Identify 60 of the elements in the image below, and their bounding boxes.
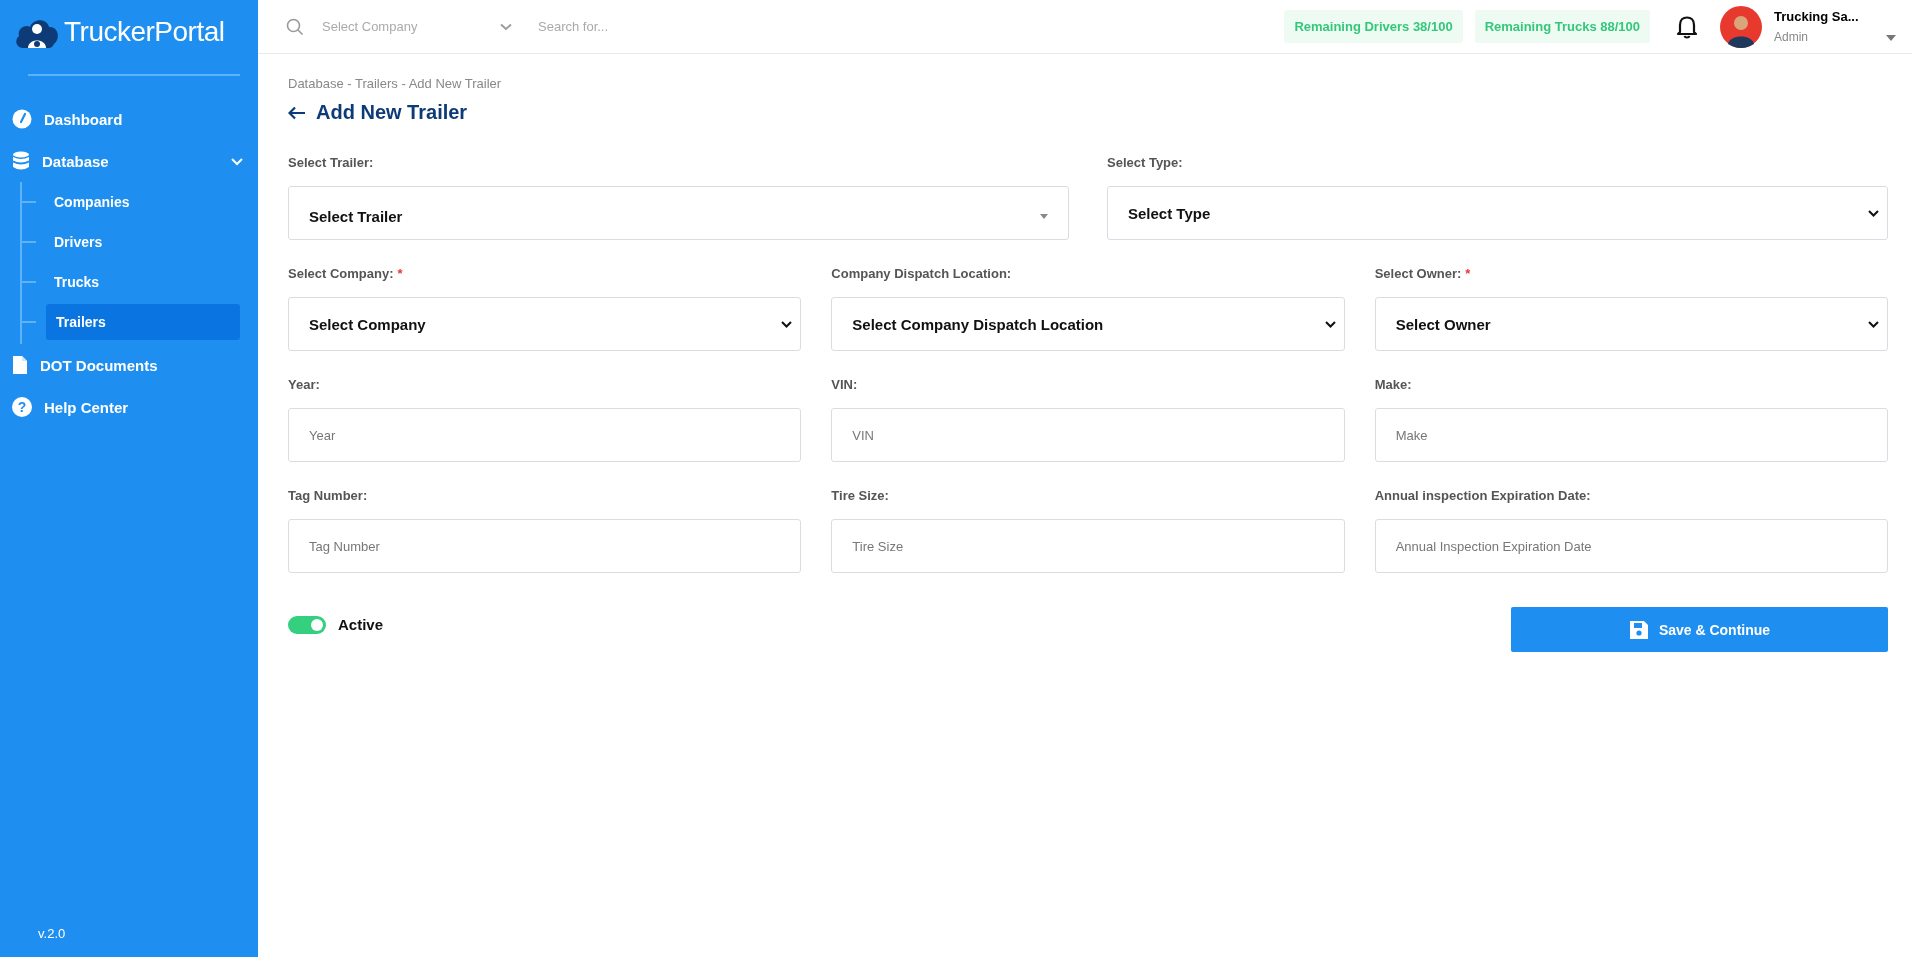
field-label: Tag Number: (288, 488, 368, 503)
user-role: Admin (1774, 30, 1809, 44)
field-label: Select Type: (1107, 155, 1183, 170)
remaining-count-badge: Remaining Trucks 88/100 (1474, 10, 1650, 43)
remaining-count-badge: Remaining Drivers 38/100 (1284, 10, 1463, 43)
search-icon (286, 17, 304, 36)
active-toggle[interactable] (288, 615, 326, 634)
input-field[interactable]: Annual Inspection Expiration Date (1374, 519, 1888, 573)
sidebar-subitem[interactable]: Trailers (46, 304, 240, 340)
select-field[interactable]: Select Company (288, 297, 802, 351)
input-field[interactable]: VIN (831, 408, 1345, 462)
field-label: Select Owner: (1374, 266, 1462, 281)
field-label: Tire Size: (831, 488, 889, 503)
breadcrumb: Database - Trailers - Add New Trailer (288, 76, 503, 91)
select-field[interactable]: Select Owner (1374, 297, 1888, 351)
dropdown-field[interactable]: Select Trailer (288, 186, 1069, 240)
sidebar-subitem[interactable]: Trucks (46, 264, 240, 300)
caret-icon[interactable] (1886, 35, 1896, 41)
field-label: VIN: (831, 377, 858, 392)
caret-icon (1040, 213, 1048, 219)
database-icon (12, 151, 30, 171)
input-field[interactable]: Year (288, 408, 802, 462)
sidebar-item[interactable]: DOT Documents (0, 344, 258, 386)
help-icon: ? (12, 397, 32, 417)
chevron-icon (1868, 320, 1879, 328)
bell-icon[interactable] (1676, 14, 1698, 39)
field-label: Company Dispatch Location: (831, 266, 1012, 281)
select-field[interactable]: Select Type (1107, 186, 1888, 240)
sidebar-subitem[interactable]: Companies (46, 184, 240, 220)
back-arrow-icon[interactable] (288, 105, 306, 120)
chevron-icon (1324, 320, 1336, 328)
chevron-icon (1868, 209, 1879, 217)
avatar-icon[interactable] (1720, 5, 1762, 48)
chevron-icon (500, 22, 512, 31)
required-mark: * (397, 266, 403, 281)
input-field[interactable]: Tire Size (831, 519, 1345, 573)
select-field[interactable]: Select Company Dispatch Location (831, 297, 1345, 351)
chevron-icon (781, 320, 793, 328)
document-icon (12, 355, 28, 375)
logo-text: TruckerPortal (64, 16, 225, 48)
company-select[interactable]: Select Company (322, 19, 512, 34)
field-label: Select Company: (288, 266, 394, 281)
save-button[interactable]: Save & Continue (1511, 607, 1888, 652)
gauge-icon (12, 109, 32, 129)
version-text: v.2.0 (37, 926, 67, 943)
input-field[interactable]: Make (1374, 408, 1888, 462)
sidebar-item[interactable]: ? Help Center (0, 386, 258, 428)
field-label: Year: (288, 377, 320, 392)
user-name: Trucking Sa... (1774, 9, 1860, 24)
chevron-icon (230, 156, 244, 166)
required-mark: * (1465, 266, 1471, 281)
page-title: Add New Trailer (316, 101, 468, 124)
sidebar-item[interactable]: Dashboard (0, 98, 258, 140)
toggle-label: Active (338, 616, 384, 633)
field-label: Select Trailer: (288, 155, 374, 170)
field-label: Annual inspection Expiration Date: (1374, 488, 1591, 503)
input-field[interactable]: Tag Number (288, 519, 802, 573)
sidebar-subitem[interactable]: Drivers (46, 224, 240, 260)
sidebar-item[interactable]: Database (0, 140, 258, 182)
field-label: Make: (1374, 377, 1412, 392)
